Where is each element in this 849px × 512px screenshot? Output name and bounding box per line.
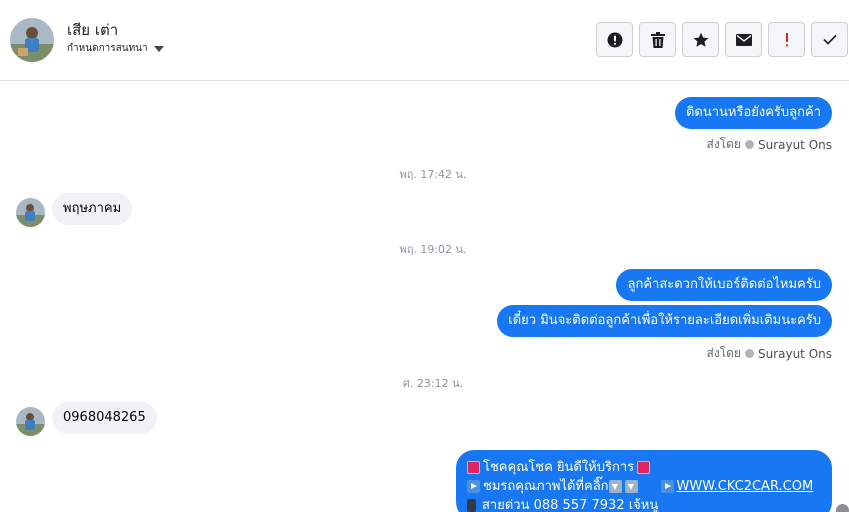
sent-by-label: ส่งโดย xyxy=(706,137,741,151)
website-link[interactable]: WWW.CKC2CAR.COM xyxy=(677,477,814,496)
promo-line-3: สายด่วน 088 557 7932 เจ้หนู xyxy=(482,498,659,512)
checkmark-icon xyxy=(822,34,837,45)
report-button[interactable] xyxy=(596,22,633,57)
delete-button[interactable] xyxy=(639,22,676,57)
trash-icon xyxy=(650,31,665,48)
red-square-emoji-icon xyxy=(637,461,651,474)
play-emoji-icon xyxy=(467,480,480,493)
alert-circle-icon xyxy=(607,32,622,47)
timestamp: พฤ. 19:02 น. xyxy=(399,243,467,256)
promo-line: โชคคุณโชค ยินดีให้บริการ xyxy=(467,458,821,477)
mark-unread-button[interactable] xyxy=(725,22,762,57)
done-button[interactable] xyxy=(811,22,848,57)
sent-check-icon xyxy=(744,349,754,358)
header-actions xyxy=(596,22,848,57)
star-button[interactable] xyxy=(682,22,719,57)
phone-emoji-icon xyxy=(467,499,476,512)
promo-line: สายด่วน 088 557 7932 เจ้หนู xyxy=(467,496,821,512)
outgoing-message: ติดนานหรือยังครับลูกค้า xyxy=(674,97,832,129)
sent-by-label: ส่งโดย xyxy=(706,346,741,360)
sent-by-line: ส่งโดย Surayut Ons xyxy=(707,344,833,363)
down-arrow-emoji-icon xyxy=(608,480,622,493)
sender-name: Surayut Ons xyxy=(757,137,832,152)
incoming-message: พฤษภาคม xyxy=(52,193,133,225)
conversation-label-dropdown[interactable]: กำหนดการสนทนา xyxy=(67,41,164,56)
contact-avatar[interactable] xyxy=(10,18,54,62)
spam-button[interactable] xyxy=(768,22,805,57)
promo-line: ชมรถคุณภาพได้ที่คลิ๊ก WWW.CKC2CAR.COM xyxy=(467,477,821,496)
contact-avatar-small[interactable] xyxy=(16,198,45,227)
label-picker-text: กำหนดการสนทนา xyxy=(67,43,148,54)
envelope-icon xyxy=(735,33,752,46)
conversation-header: เสีย เต่า กำหนดการสนทนา xyxy=(0,0,849,81)
timestamp: ศ. 23:12 น. xyxy=(402,377,464,390)
caret-down-icon xyxy=(153,45,164,52)
contact-name: เสีย เต่า xyxy=(67,21,119,39)
down-arrow-emoji-icon xyxy=(624,480,638,493)
star-icon xyxy=(693,32,708,47)
sent-check-icon xyxy=(744,140,754,149)
contact-avatar-small[interactable] xyxy=(16,407,45,436)
message-thread[interactable]: ติดนานหรือยังครับลูกค้า ส่งโดย Surayut O… xyxy=(0,81,849,512)
promo-line-1: โชคคุณโชค ยินดีให้บริการ xyxy=(483,460,635,475)
timestamp: พฤ. 17:42 น. xyxy=(399,168,467,181)
outgoing-message: เดี๋ยว มินจะติดต่อลูกค้าเพื่อให้รายละเอี… xyxy=(497,305,832,337)
sender-name: Surayut Ons xyxy=(757,346,832,361)
outgoing-promo-message: โชคคุณโชค ยินดีให้บริการ ชมรถคุณภาพได้ที… xyxy=(456,450,832,512)
incoming-message: 0968048265 xyxy=(52,402,157,434)
red-square-emoji-icon xyxy=(467,461,480,474)
play-emoji-icon xyxy=(660,480,674,493)
outgoing-message: ลูกค้าสะดวกให้เบอร์ติดต่อไหมครับ xyxy=(616,269,832,301)
promo-line-2: ชมรถคุณภาพได้ที่คลิ๊ก xyxy=(483,479,609,494)
seen-avatar xyxy=(836,504,849,512)
sent-by-line: ส่งโดย Surayut Ons xyxy=(707,135,833,154)
exclamation-icon xyxy=(785,32,788,46)
